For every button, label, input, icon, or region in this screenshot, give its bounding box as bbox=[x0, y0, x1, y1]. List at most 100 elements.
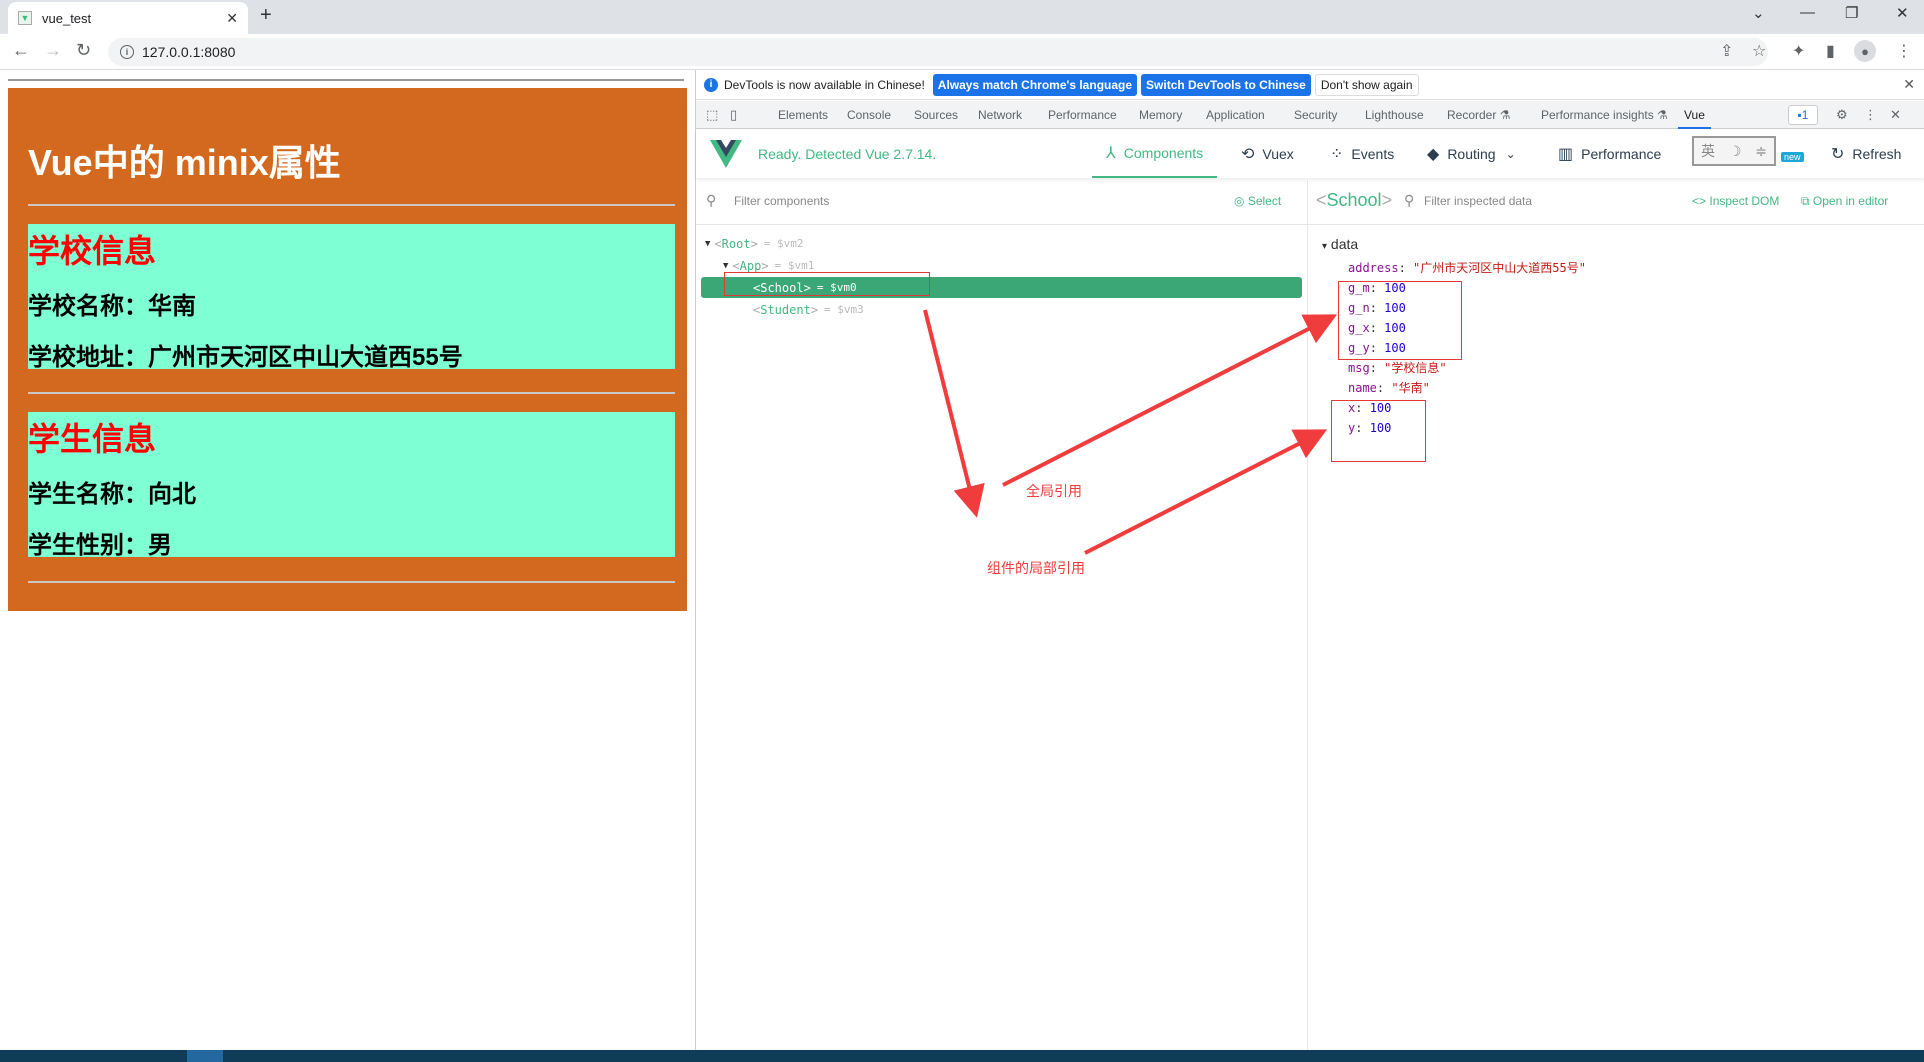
refresh-button[interactable]: ↻ Refresh bbox=[1831, 130, 1901, 178]
nav-vuex[interactable]: ⟲ Vuex bbox=[1241, 130, 1294, 178]
tab-title: vue_test bbox=[42, 10, 92, 26]
inspected-component-name: <School> bbox=[1316, 190, 1393, 210]
tab-application[interactable]: Application bbox=[1206, 101, 1265, 129]
tab-recorder[interactable]: Recorder ⚗ bbox=[1447, 101, 1510, 129]
taskbar-active-app[interactable] bbox=[187, 1050, 223, 1062]
open-in-editor-button[interactable]: ⧉ Open in editor bbox=[1801, 194, 1888, 209]
property-key: name bbox=[1348, 381, 1377, 395]
new-tab-button[interactable]: + bbox=[260, 4, 272, 27]
profile-avatar-icon[interactable]: ● bbox=[1854, 40, 1876, 62]
tab-memory[interactable]: Memory bbox=[1139, 101, 1182, 129]
nav-routing[interactable]: ◆ Routing ⌄ bbox=[1427, 130, 1516, 178]
data-property-row[interactable]: msg: "学校信息" bbox=[1348, 358, 1447, 378]
reload-icon[interactable]: ↻ bbox=[76, 40, 91, 61]
browser-tab[interactable]: ▼ vue_test ✕ bbox=[8, 2, 248, 34]
site-info-icon[interactable]: i bbox=[120, 45, 134, 59]
ime-toolbar-overlay: 英 ☽ ≑ bbox=[1692, 136, 1776, 166]
filter-components-input[interactable] bbox=[734, 190, 1134, 212]
page-viewport: Vue中的 minix属性 学校信息 学校名称：华南 学校地址：广州市天河区中山… bbox=[0, 70, 694, 1050]
ime-moon-icon: ☽ bbox=[1728, 142, 1742, 159]
component-name: School bbox=[1326, 190, 1382, 210]
code-icon: <> bbox=[1692, 194, 1710, 208]
property-value: "学校信息" bbox=[1384, 361, 1447, 375]
refresh-icon: ↻ bbox=[1831, 146, 1845, 163]
tab-elements[interactable]: Elements bbox=[778, 101, 828, 129]
annotation-box-school-node bbox=[724, 272, 930, 296]
property-separator: : bbox=[1369, 361, 1385, 375]
expand-triangle-icon[interactable]: ▼ bbox=[723, 261, 728, 271]
tree-node-root[interactable]: ▼ < Root > = $vm2 bbox=[701, 233, 1302, 254]
student-gender: 学生性别：男 bbox=[28, 532, 172, 559]
student-card: 学生信息 学生名称：向北 学生性别：男 bbox=[28, 412, 675, 559]
issues-count: 1 bbox=[1801, 108, 1809, 122]
device-toolbar-icon[interactable]: ▯ bbox=[730, 107, 737, 123]
filter-inspected-data-input[interactable] bbox=[1424, 190, 1674, 212]
data-property-row[interactable]: address: "广州市天河区中山大道西55号" bbox=[1348, 258, 1586, 278]
url-bar[interactable]: i 127.0.0.1:8080 bbox=[108, 38, 1768, 66]
restore-icon[interactable]: ❐ bbox=[1845, 4, 1858, 22]
vue-favicon-icon: ▼ bbox=[18, 11, 32, 25]
more-options-icon[interactable]: ⋮ bbox=[1864, 107, 1877, 123]
inspector-header: <School> ⚲ <> Inspect DOM ⧉ Open in edit… bbox=[1308, 180, 1924, 225]
tree-node-student[interactable]: < Student > = $vm3 bbox=[701, 299, 1302, 320]
ime-english-icon: 英 bbox=[1700, 143, 1715, 159]
infobar-close-icon[interactable]: ✕ bbox=[1903, 76, 1915, 93]
data-property-row[interactable]: name: "华南" bbox=[1348, 378, 1430, 398]
property-value: "广州市天河区中山大道西55号" bbox=[1413, 261, 1586, 275]
routing-icon: ◆ bbox=[1427, 146, 1440, 163]
node-vm: = $vm3 bbox=[824, 303, 864, 316]
select-label: Select bbox=[1247, 194, 1282, 208]
select-component-button[interactable]: ◎ Select bbox=[1234, 194, 1281, 208]
open-editor-label: Open in editor bbox=[1812, 194, 1889, 208]
back-icon[interactable]: ← bbox=[12, 40, 30, 61]
minimize-icon[interactable]: — bbox=[1800, 4, 1815, 21]
issues-badge[interactable]: ▪ 1 bbox=[1788, 105, 1818, 125]
address-toolbar: ← → ↻ i 127.0.0.1:8080 ⇪ ☆ ✦ ▮ ● ⋮ bbox=[0, 34, 1924, 70]
tab-console[interactable]: Console bbox=[847, 101, 891, 129]
tab-search-chevron-icon[interactable]: ⌄ bbox=[1752, 4, 1765, 22]
tab-lighthouse[interactable]: Lighthouse bbox=[1365, 101, 1424, 129]
chrome-menu-icon[interactable]: ⋮ bbox=[1896, 41, 1912, 61]
side-panel-icon[interactable]: ▮ bbox=[1826, 41, 1835, 61]
share-icon[interactable]: ⇪ bbox=[1720, 41, 1733, 61]
tab-sources[interactable]: Sources bbox=[914, 101, 958, 129]
component-filter-row: ⚲ ◎ Select bbox=[696, 180, 1308, 225]
forward-icon[interactable]: → bbox=[44, 40, 62, 61]
school-name: 学校名称：华南 bbox=[28, 293, 196, 320]
nav-events[interactable]: ⁘ Events bbox=[1330, 130, 1394, 178]
tab-performance-insights[interactable]: Performance insights ⚗ bbox=[1541, 101, 1668, 129]
settings-gear-icon[interactable]: ⚙ bbox=[1836, 107, 1848, 123]
tab-close-icon[interactable]: ✕ bbox=[226, 10, 238, 27]
chevron-down-icon: ⌄ bbox=[1505, 147, 1516, 161]
close-window-icon[interactable]: ✕ bbox=[1896, 4, 1909, 22]
events-icon: ⁘ bbox=[1330, 146, 1344, 163]
data-section-header[interactable]: ▾ data bbox=[1322, 236, 1358, 252]
inspect-dom-button[interactable]: <> Inspect DOM bbox=[1692, 194, 1779, 208]
tab-security[interactable]: Security bbox=[1294, 101, 1337, 129]
always-match-language-button[interactable]: Always match Chrome's language bbox=[932, 73, 1138, 96]
inspect-element-icon[interactable]: ⬚ bbox=[706, 107, 718, 123]
tab-vue[interactable]: Vue bbox=[1678, 101, 1711, 129]
vue-devtools-header: Ready. Detected Vue 2.7.14. ⅄ Components … bbox=[696, 130, 1924, 178]
annotation-box-local-props bbox=[1331, 400, 1426, 462]
external-link-icon: ⧉ bbox=[1801, 194, 1813, 208]
nav-label: Vuex bbox=[1262, 146, 1294, 162]
dont-show-again-button[interactable]: Don't show again bbox=[1314, 73, 1419, 96]
ime-punct-icon: ≑ bbox=[1755, 142, 1768, 159]
infobar-message: DevTools is now available in Chinese! bbox=[724, 77, 925, 92]
bookmark-star-icon[interactable]: ☆ bbox=[1752, 41, 1766, 61]
nav-components[interactable]: ⅄ Components bbox=[1092, 130, 1218, 178]
close-devtools-icon[interactable]: ✕ bbox=[1890, 107, 1901, 123]
property-key: address bbox=[1348, 261, 1399, 275]
switch-to-chinese-button[interactable]: Switch DevTools to Chinese bbox=[1141, 73, 1311, 96]
nav-performance[interactable]: ▥ Performance bbox=[1558, 130, 1661, 178]
collapse-triangle-icon[interactable]: ▾ bbox=[1322, 241, 1327, 252]
node-vm: = $vm1 bbox=[774, 259, 815, 272]
language-infobar: i DevTools is now available in Chinese! … bbox=[696, 70, 1924, 100]
expand-triangle-icon[interactable]: ▼ bbox=[705, 239, 710, 249]
extensions-puzzle-icon[interactable]: ✦ bbox=[1792, 41, 1805, 61]
tab-network[interactable]: Network bbox=[978, 101, 1022, 129]
annotation-local-ref: 组件的局部引用 bbox=[987, 560, 1085, 576]
tab-performance[interactable]: Performance bbox=[1048, 101, 1117, 129]
app-container: Vue中的 minix属性 学校信息 学校名称：华南 学校地址：广州市天河区中山… bbox=[8, 88, 687, 611]
